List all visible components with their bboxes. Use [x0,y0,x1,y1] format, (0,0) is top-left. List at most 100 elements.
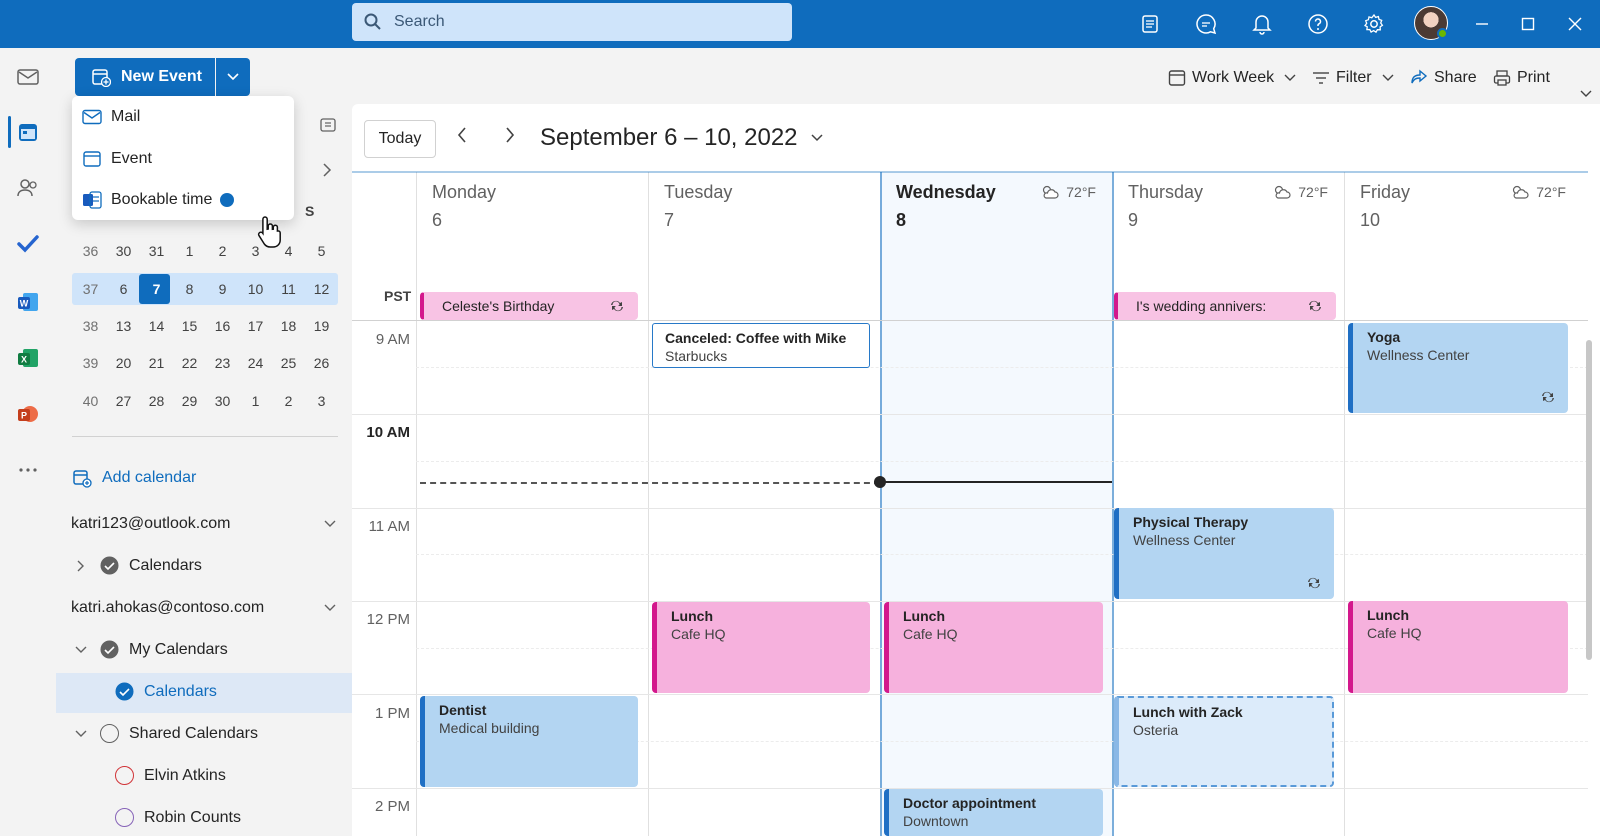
calendar-item-label: Calendars [144,682,217,700]
mini-calendar-day[interactable]: 18 [272,311,305,341]
check-circle-icon [100,640,119,659]
allday-event-wedding-anniversary[interactable]: I's wedding annivers: [1114,292,1336,320]
event-yoga[interactable]: Yoga Wellness Center [1348,323,1568,413]
calendar-icon[interactable] [14,118,42,146]
mini-calendar-day[interactable]: 31 [140,236,173,266]
bell-icon[interactable] [1248,10,1276,38]
mini-calendar-day[interactable]: 21 [140,348,173,378]
event-canceled-coffee[interactable]: Canceled: Coffee with Mike Starbucks [652,323,870,368]
calendar-item-calendars[interactable]: Calendars [115,682,217,701]
calendar-group-calendars[interactable]: Calendars [76,556,202,575]
minimize-icon[interactable] [1468,10,1496,38]
search-box[interactable]: Search [352,3,792,41]
weather-forecast[interactable]: 72°F [1510,184,1566,200]
more-icon[interactable] [14,456,42,484]
mini-calendar-day[interactable]: 19 [305,311,338,341]
mini-calendar-day-today[interactable]: 7 [140,274,173,304]
calendar-item-robin-counts[interactable]: Robin Counts [115,808,241,827]
mini-calendar-day[interactable]: 24 [239,348,272,378]
powerpoint-icon[interactable]: P [14,400,42,428]
close-icon[interactable] [1561,10,1589,38]
mini-calendar-day[interactable]: 5 [305,236,338,266]
menu-item-mail[interactable]: Mail [82,108,140,126]
mini-calendar-day[interactable]: 27 [107,386,140,416]
mini-calendar-day[interactable]: 15 [173,311,206,341]
calendar-item-elvin-atkins[interactable]: Elvin Atkins [115,766,226,785]
mini-calendar-day[interactable]: 6 [107,274,140,304]
mini-calendar-week-row: 37 6 7 8 9 10 11 12 [74,274,338,304]
new-event-dropdown-button[interactable] [216,58,250,96]
help-icon[interactable] [1304,10,1332,38]
mini-calendar-day[interactable]: 25 [272,348,305,378]
menu-item-event[interactable]: Event [82,150,152,168]
mini-calendar-day[interactable]: 22 [173,348,206,378]
allday-event-celestes-birthday[interactable]: Celeste's Birthday [420,292,638,320]
gear-icon[interactable] [1360,10,1388,38]
mini-calendar-next-icon[interactable] [322,162,332,182]
mini-calendar-day[interactable]: 8 [173,274,206,304]
mini-calendar-day[interactable]: 30 [206,386,239,416]
today-button[interactable]: Today [364,120,436,158]
chevron-down-icon [324,520,336,527]
new-event-button[interactable]: New Event [75,58,215,96]
weather-forecast[interactable]: 72°F [1272,184,1328,200]
mini-calendar-day[interactable]: 2 [272,386,305,416]
ribbon-expand-chevron-icon[interactable] [1578,86,1594,103]
scrollbar[interactable] [1586,340,1592,660]
event-dentist[interactable]: Dentist Medical building [420,696,638,787]
event-lunch-wednesday[interactable]: Lunch Cafe HQ [884,602,1103,693]
mini-calendar-day[interactable]: 12 [305,274,338,304]
mini-calendar-day[interactable]: 20 [107,348,140,378]
excel-icon[interactable]: X [14,344,42,372]
date-range-title[interactable]: September 6 – 10, 2022 [540,124,824,152]
event-doctor-appointment[interactable]: Doctor appointment Downtown [884,789,1103,836]
mini-calendar-day[interactable]: 30 [107,236,140,266]
mini-calendar-day[interactable]: 9 [206,274,239,304]
event-lunch-tuesday[interactable]: Lunch Cafe HQ [652,602,870,693]
todo-icon[interactable] [14,230,42,258]
account-header[interactable]: katri123@outlook.com [71,515,337,533]
event-physical-therapy[interactable]: Physical Therapy Wellness Center [1114,508,1334,599]
maximize-icon[interactable] [1514,10,1542,38]
word-icon[interactable]: W [14,288,42,316]
calendar-group-shared[interactable]: Shared Calendars [74,724,258,743]
add-calendar-link[interactable]: Add calendar [72,468,196,488]
chat-icon[interactable] [1192,10,1220,38]
share-button[interactable]: Share [1410,66,1477,90]
weather-forecast[interactable]: 72°F [1040,184,1096,200]
collapse-pane-icon[interactable] [320,118,336,136]
event-lunch-friday[interactable]: Lunch Cafe HQ [1348,601,1568,693]
mini-calendar-day[interactable]: 29 [173,386,206,416]
notes-icon[interactable] [1136,10,1164,38]
mini-calendar-day[interactable]: 1 [239,386,272,416]
people-icon[interactable] [14,174,42,202]
event-title: Dentist [439,702,487,718]
day-header-tuesday[interactable]: Tuesday 7 [648,172,880,320]
print-button[interactable]: Print [1493,66,1550,90]
mini-calendar-day[interactable]: 1 [173,236,206,266]
mini-calendar-day[interactable]: 23 [206,348,239,378]
mini-calendar-day[interactable]: 28 [140,386,173,416]
view-switcher-button[interactable]: Work Week [1168,66,1304,90]
previous-week-icon[interactable] [456,126,468,148]
mini-calendar-day[interactable]: 17 [239,311,272,341]
day-header-friday[interactable]: Friday 10 72°F [1344,172,1588,320]
share-label: Share [1434,69,1477,86]
menu-item-bookable-time[interactable]: Bookable time [82,191,235,209]
mini-calendar-day[interactable]: 13 [107,311,140,341]
mini-calendar-day[interactable]: 10 [239,274,272,304]
mini-calendar-day[interactable]: 2 [206,236,239,266]
mini-calendar-day[interactable]: 26 [305,348,338,378]
filter-button[interactable]: Filter [1312,66,1402,90]
account-header[interactable]: katri.ahokas@contoso.com [71,599,337,617]
mini-calendar-day[interactable]: 11 [272,274,305,304]
mini-calendar-day[interactable]: 16 [206,311,239,341]
mail-icon[interactable] [14,63,42,91]
calendar-group-my-calendars[interactable]: My Calendars [74,640,228,659]
mini-calendar-day[interactable]: 14 [140,311,173,341]
event-lunch-with-zack[interactable]: Lunch with Zack Osteria [1114,696,1334,787]
hour-label: 12 PM [366,611,410,628]
next-week-icon[interactable] [504,126,516,148]
day-header-wednesday[interactable]: Wednesday 8 72°F [880,172,1112,320]
mini-calendar-day[interactable]: 3 [305,386,338,416]
